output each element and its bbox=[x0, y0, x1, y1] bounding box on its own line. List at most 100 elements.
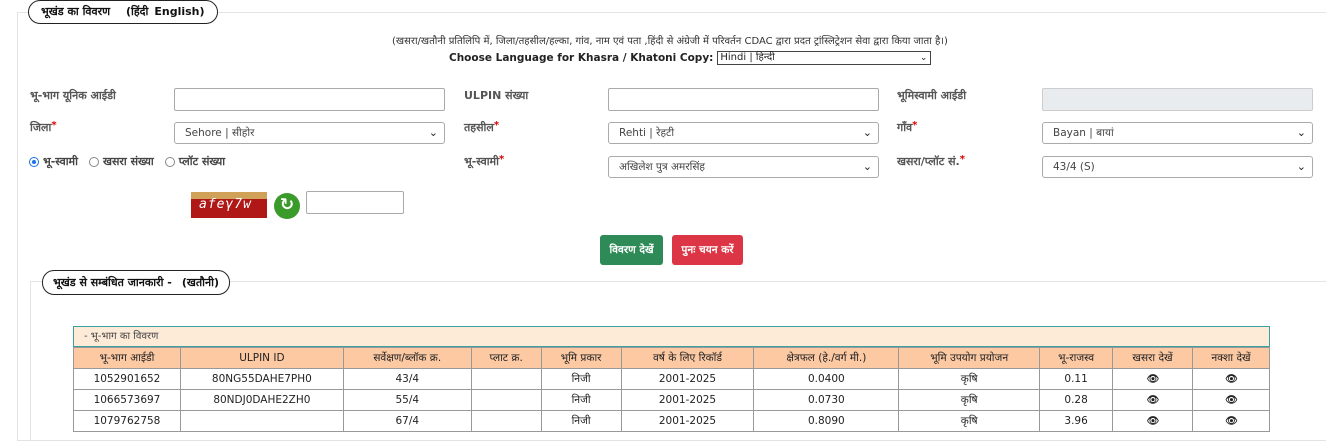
table-cell-area: 0.0730 bbox=[753, 389, 900, 411]
column-header: क्षेत्रफल (हे./वर्ग मी.) bbox=[753, 347, 900, 369]
table-cell-area: 0.0400 bbox=[753, 368, 900, 390]
table-row: 1079762758 67/4 निजी 2001-2025 0.8090 कृषि 3.9… bbox=[73, 410, 1271, 432]
chevron-down-icon: ⌄ bbox=[428, 126, 438, 139]
ulpin-input[interactable] bbox=[608, 88, 879, 111]
captcha-input[interactable] bbox=[306, 191, 404, 214]
column-header: भू-भाग आईडी bbox=[73, 347, 181, 369]
reset-selection-button[interactable]: पुनः चयन करें bbox=[672, 235, 743, 265]
land-details-table-wrap: - भू-भाग का विवरण भू-भाग आईडी ULPIN ID सर्… bbox=[73, 326, 1271, 432]
owner-id-input bbox=[1042, 88, 1313, 111]
table-cell-survey: 67/4 bbox=[342, 410, 472, 432]
khasra-label: खसरा/प्लॉट सं.* bbox=[897, 154, 965, 168]
language-row: Choose Language for Khasra / Khatoni Cop… bbox=[449, 51, 932, 65]
table-cell-type: निजी bbox=[540, 410, 622, 432]
table-cell-year: 2001-2025 bbox=[620, 410, 755, 432]
table-cell-ulpin: 80NG55DAHE7PH0 bbox=[179, 368, 344, 390]
column-header: भूमि उपयोग प्रयोजन bbox=[898, 347, 1041, 369]
required-mark: * bbox=[498, 154, 505, 165]
lang-hindi-link[interactable]: (हिंदी bbox=[126, 5, 148, 18]
related-info-legend: भूखंड से सम्बंधित जानकारी - (खतौनी) bbox=[42, 270, 231, 295]
column-header: वर्ष के लिए रिकॉर्ड bbox=[620, 347, 755, 369]
owner-label: भू-स्वामी* bbox=[464, 154, 505, 168]
related-legend-title: भूखंड से सम्बंधित जानकारी - bbox=[53, 276, 172, 289]
table-cell-use: कृषि bbox=[898, 389, 1041, 411]
table-cell-year: 2001-2025 bbox=[620, 389, 755, 411]
view-map-icon[interactable]: 👁 bbox=[1191, 410, 1271, 432]
district-value: Sehore | सीहोर bbox=[185, 127, 255, 139]
table-cell-survey: 55/4 bbox=[342, 389, 472, 411]
owner-select[interactable]: अखिलेश पुत्र अमरसिंह ⌄ bbox=[608, 156, 879, 178]
table-cell-ulpin bbox=[179, 410, 344, 432]
radio-owner[interactable]: भू-स्वामी bbox=[29, 154, 78, 169]
radio-plot-label: प्लॉट संख्या bbox=[178, 155, 226, 168]
radio-dot-icon bbox=[88, 156, 99, 167]
table-cell-plot bbox=[470, 410, 542, 432]
khasra-select[interactable]: 43/4 (S) ⌄ bbox=[1042, 156, 1313, 178]
district-label: जिला* bbox=[30, 120, 57, 134]
radio-plot[interactable]: प्लॉट संख्या bbox=[164, 154, 226, 169]
table-cell-type: निजी bbox=[540, 389, 622, 411]
chevron-down-icon: ⌄ bbox=[1296, 160, 1306, 173]
unique-id-label: भू-भाग यूनिक आईडी bbox=[30, 89, 116, 102]
view-map-icon[interactable]: 👁 bbox=[1191, 368, 1271, 390]
table-cell-ulpin: 80NDJ0DAHE2ZH0 bbox=[179, 389, 344, 411]
required-mark: * bbox=[959, 154, 965, 165]
required-mark: * bbox=[912, 120, 918, 131]
refresh-captcha-icon[interactable]: ↻ bbox=[274, 193, 300, 219]
radio-owner-label: भू-स्वामी bbox=[43, 155, 78, 168]
required-mark: * bbox=[51, 120, 57, 131]
radio-khasra-label: खसरा संख्या bbox=[102, 155, 154, 168]
column-header: नक्शा देखें bbox=[1191, 347, 1271, 369]
search-type-radios: भू-स्वामी खसरा संख्या प्लॉट संख्या bbox=[29, 154, 236, 169]
table-cell-area: 0.8090 bbox=[753, 410, 900, 432]
village-value: Bayan | बायां bbox=[1053, 127, 1114, 139]
table-caption: - भू-भाग का विवरण bbox=[73, 326, 1270, 347]
table-cell-id: 1052901652 bbox=[73, 368, 181, 390]
related-legend-sub: (खतौनी) bbox=[181, 276, 220, 289]
table-cell-id: 1066573697 bbox=[73, 389, 181, 411]
language-select[interactable]: Hindi | हिन्दी ⌄ bbox=[717, 51, 932, 65]
owner-value: अखिलेश पुत्र अमरसिंह bbox=[619, 161, 706, 173]
table-row: 1066573697 80NDJ0DAHE2ZH0 55/4 निजी 2001-202… bbox=[73, 389, 1271, 411]
chevron-down-icon: ⌄ bbox=[862, 160, 872, 173]
captcha-image: afeγ7w bbox=[191, 192, 267, 218]
table-cell-revenue: 0.11 bbox=[1039, 368, 1114, 390]
table-cell-id: 1079762758 bbox=[73, 410, 181, 432]
view-details-button[interactable]: विवरण देखें bbox=[600, 235, 663, 265]
view-khasra-icon[interactable]: 👁 bbox=[1112, 389, 1193, 411]
table-cell-type: निजी bbox=[540, 368, 622, 390]
khasra-value: 43/4 (S) bbox=[1053, 161, 1095, 173]
table-cell-plot bbox=[470, 389, 542, 411]
view-khasra-icon[interactable]: 👁 bbox=[1112, 410, 1193, 432]
column-header: ULPIN ID bbox=[179, 347, 344, 369]
language-label: Choose Language for Khasra / Khatoni Cop… bbox=[449, 52, 714, 64]
column-header: खसरा देखें bbox=[1112, 347, 1193, 369]
required-mark: * bbox=[493, 120, 500, 131]
unique-id-input[interactable] bbox=[174, 88, 445, 111]
table-cell-revenue: 0.28 bbox=[1039, 389, 1114, 411]
district-select[interactable]: Sehore | सीहोर ⌄ bbox=[174, 122, 445, 144]
radio-khasra[interactable]: खसरा संख्या bbox=[88, 154, 154, 169]
language-select-value: Hindi | हिन्दी bbox=[720, 52, 775, 63]
table-cell-survey: 43/4 bbox=[342, 368, 472, 390]
column-header: भू-राजस्व bbox=[1039, 347, 1114, 369]
view-khasra-icon[interactable]: 👁 bbox=[1112, 368, 1193, 390]
chevron-down-icon: ⌄ bbox=[1296, 126, 1306, 139]
tehsil-value: Rehti | रेहटी bbox=[619, 127, 675, 139]
table-cell-revenue: 3.96 bbox=[1039, 410, 1114, 432]
village-label: गाँव* bbox=[897, 120, 918, 134]
tehsil-label: तहसील* bbox=[464, 120, 500, 134]
lang-english-link[interactable]: English) bbox=[154, 5, 204, 18]
ulpin-label: ULPIN संख्या bbox=[464, 89, 529, 102]
owner-id-label: भूमिस्वामी आईडी bbox=[897, 89, 967, 102]
plot-details-legend: भूखंड का विवरण (हिंदी English) bbox=[28, 0, 218, 24]
radio-dot-icon bbox=[164, 156, 175, 167]
view-map-icon[interactable]: 👁 bbox=[1191, 389, 1271, 411]
village-select[interactable]: Bayan | बायां ⌄ bbox=[1042, 122, 1313, 144]
chevron-down-icon: ⌄ bbox=[862, 126, 872, 139]
land-details-table: भू-भाग आईडी ULPIN ID सर्वेक्षण/ब्लॉक क्र. प… bbox=[73, 347, 1271, 432]
table-cell-year: 2001-2025 bbox=[620, 368, 755, 390]
chevron-down-icon: ⌄ bbox=[919, 53, 928, 63]
tehsil-select[interactable]: Rehti | रेहटी ⌄ bbox=[608, 122, 879, 144]
column-header: सर्वेक्षण/ब्लॉक क्र. bbox=[342, 347, 472, 369]
